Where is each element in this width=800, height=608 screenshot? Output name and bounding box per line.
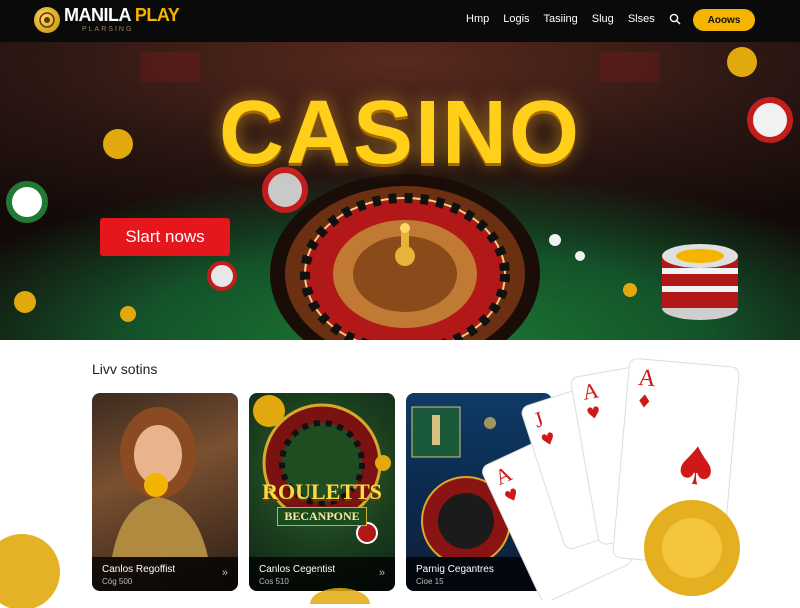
coin-icon [310, 588, 370, 604]
svg-text:♠: ♠ [670, 435, 722, 499]
coin-icon [727, 47, 757, 77]
game-card[interactable]: ROULETTS BECANPONE Canlos Cegentist Cos … [249, 393, 395, 591]
section-title: Livv sotins [92, 361, 158, 377]
svg-text:♦: ♦ [635, 391, 653, 413]
nav-item-home[interactable]: Hmp [466, 13, 489, 25]
ball-icon [575, 251, 585, 261]
roulette-subtitle: BECANPONE [277, 507, 367, 526]
logo-word-2: PLAY [134, 5, 180, 25]
hero-banner: CASINO Slart nows [0, 42, 800, 340]
main-nav: Hmp Logis Tasiing Slug Slses [466, 13, 697, 25]
chevron-right-icon[interactable]: » [222, 567, 228, 579]
chip-icon [356, 522, 378, 544]
coin-icon [14, 291, 36, 313]
roulette-art [253, 395, 391, 544]
coin-icon [144, 473, 168, 497]
coin-icon [623, 283, 637, 297]
roulette-title: ROULETTS [262, 479, 382, 504]
card-meta: Cos 510 [259, 577, 289, 586]
coin-icon [375, 455, 391, 471]
start-now-button[interactable]: Slart nows [100, 218, 230, 256]
nav-item-slses[interactable]: Slses [628, 13, 655, 25]
bg-light [140, 52, 200, 82]
ball-icon [549, 234, 561, 246]
dealer-image [112, 407, 208, 557]
bg-light [600, 52, 660, 82]
card-info-bar: Canlos Regoffist Cög 500 » [92, 557, 238, 591]
logo-badge-icon [34, 6, 60, 33]
game-card[interactable]: Canlos Regoffist Cög 500 » [92, 393, 238, 591]
coin-icon [253, 395, 285, 427]
nav-item-tasiing[interactable]: Tasiing [544, 13, 578, 25]
logo[interactable]: MANILA PLAY PLARSING [34, 5, 180, 33]
nav-item-slug[interactable]: Slug [592, 13, 614, 25]
chip-icon [6, 181, 48, 223]
coin-icon [0, 534, 60, 608]
site-header: MANILA PLAY PLARSING Hmp Logis Tasiing S… [0, 0, 800, 42]
card-title: Canlos Regoffist [102, 564, 176, 575]
logo-word-1: MANILA [64, 5, 131, 25]
header-cta-button[interactable]: Aoows [693, 9, 755, 31]
card-meta: Cög 500 [102, 577, 133, 586]
card-title: Canlos Cegentist [259, 564, 336, 575]
nav-item-login[interactable]: Logis [503, 13, 529, 25]
chevron-right-icon[interactable]: » [379, 567, 385, 579]
coin-icon [120, 306, 136, 322]
logo-subtitle: PLARSING [82, 26, 134, 33]
chip-icon [207, 261, 237, 291]
roulette-label: ROULETTS BECANPONE [255, 479, 389, 526]
card-meta: Cioe 15 [416, 577, 444, 586]
playing-cards-art: A ♥ J ♥ A ♥ A ♦ ♠ [482, 358, 740, 600]
chip-stack-icon [662, 244, 738, 320]
roulette-wheel-icon [270, 174, 540, 340]
search-icon[interactable] [669, 13, 681, 25]
hero-title: CASINO [218, 83, 582, 183]
svg-text:A: A [637, 365, 657, 392]
